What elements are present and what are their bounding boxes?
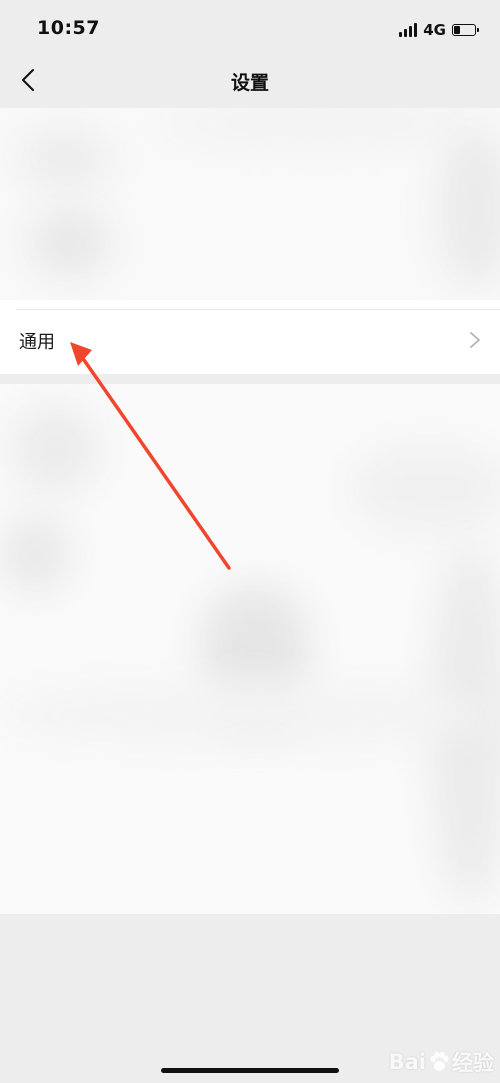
signal-icon <box>399 23 418 37</box>
section-gap <box>0 374 500 384</box>
battery-fill <box>454 26 460 34</box>
network-label: 4G <box>423 21 446 39</box>
blurred-settings-section-bottom <box>0 384 500 914</box>
page-title: 设置 <box>230 72 269 94</box>
battery-icon <box>452 24 479 36</box>
blurred-settings-section <box>0 108 500 300</box>
watermark-text-left: Bai <box>388 1050 426 1074</box>
chevron-right-icon <box>470 332 480 348</box>
status-time: 10:57 <box>37 17 100 39</box>
status-bar: 10:57 4G <box>0 0 500 56</box>
settings-row-general[interactable]: 通用 <box>0 300 500 374</box>
nav-bar: 设置 <box>0 56 500 106</box>
home-indicator[interactable] <box>161 1068 339 1073</box>
watermark-logo: Bai 经验 <box>344 1045 494 1079</box>
paw-icon <box>430 1051 449 1071</box>
status-indicators: 4G <box>399 20 479 40</box>
row-divider <box>16 309 500 310</box>
general-label: 通用 <box>19 332 55 353</box>
watermark-text-right: 经验 <box>452 1051 494 1075</box>
